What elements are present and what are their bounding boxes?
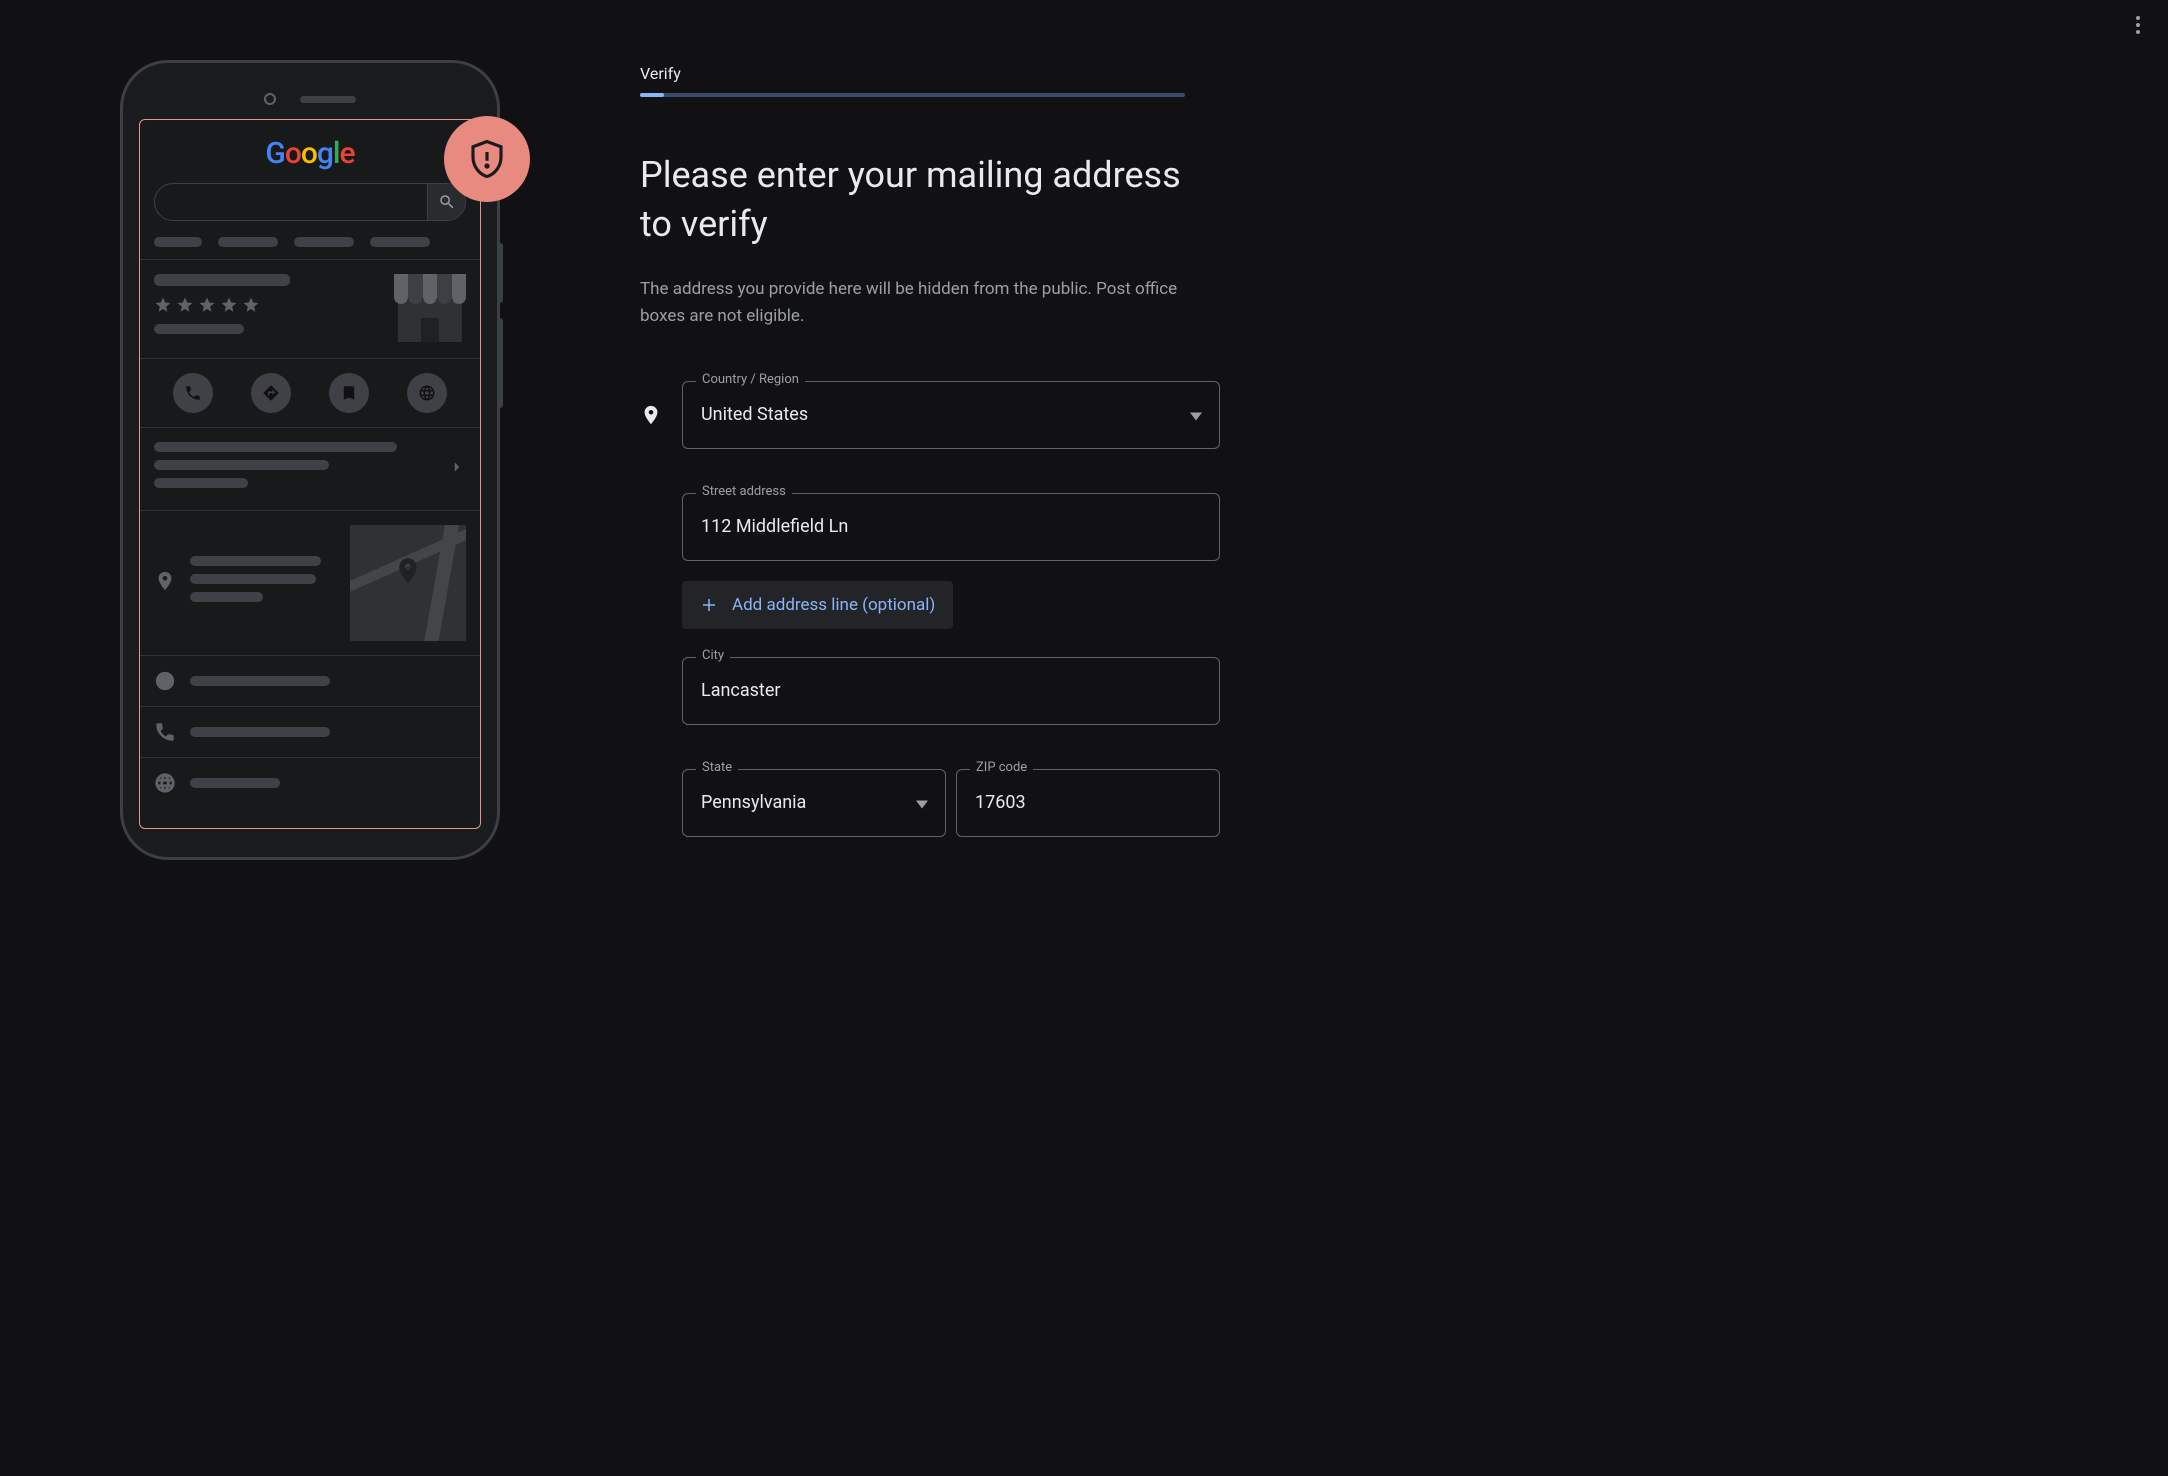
city-label: City (696, 648, 730, 663)
category-chips-row (140, 233, 480, 259)
phone-screen: Google (139, 119, 481, 829)
zip-input[interactable] (956, 769, 1220, 837)
globe-icon (154, 772, 176, 794)
plus-icon (700, 596, 718, 614)
phone-speaker (300, 96, 356, 103)
street-label: Street address (696, 484, 792, 499)
phone-icon (154, 721, 176, 743)
google-logo: Google (140, 120, 480, 183)
add-line-row: Add address line (optional) (640, 581, 1220, 629)
country-row: Country / Region United States (640, 381, 1220, 449)
placeholder-line (190, 676, 330, 686)
add-address-line-label: Add address line (optional) (732, 595, 935, 615)
map-pin-icon (393, 556, 423, 590)
placeholder-line (154, 460, 329, 470)
website-row (140, 758, 480, 808)
mini-map (350, 525, 466, 641)
overview-row (140, 428, 480, 510)
zip-label: ZIP code (970, 760, 1033, 775)
listing-text (154, 274, 380, 344)
state-value: Pennsylvania (701, 792, 806, 813)
state-field: State Pennsylvania (682, 769, 946, 837)
placeholder-line (190, 574, 316, 584)
more-menu-button[interactable] (2128, 8, 2148, 42)
page-title: Please enter your mailing address to ver… (640, 151, 1220, 248)
step-label: Verify (640, 64, 1220, 83)
actions-row (140, 359, 480, 427)
chip-placeholder (294, 237, 354, 247)
zip-field: ZIP code (956, 769, 1220, 837)
placeholder-line (154, 478, 248, 488)
search-bar-row (140, 183, 480, 233)
chip-placeholder (370, 237, 430, 247)
country-label: Country / Region (696, 372, 805, 387)
hours-row (140, 656, 480, 706)
state-zip-row: State Pennsylvania ZIP code (640, 769, 1220, 837)
address-row (140, 511, 480, 655)
city-input[interactable] (682, 657, 1220, 725)
country-value: United States (701, 404, 808, 425)
placeholder-line (154, 442, 397, 452)
shield-alert-icon (444, 116, 530, 202)
chip-placeholder (218, 237, 278, 247)
listing-header (140, 260, 480, 358)
clock-icon (154, 670, 176, 692)
country-field: Country / Region United States (682, 381, 1220, 449)
placeholder-line (154, 274, 290, 286)
add-address-line-button[interactable]: Add address line (optional) (682, 581, 953, 629)
state-select[interactable]: Pennsylvania (682, 769, 946, 837)
city-field: City (682, 657, 1220, 725)
search-bar (154, 183, 466, 221)
state-zip-cols: State Pennsylvania ZIP code (682, 769, 1220, 837)
phone-row (140, 707, 480, 757)
storefront-icon (394, 274, 466, 342)
city-row: City (640, 657, 1220, 725)
street-field: Street address (682, 493, 1220, 561)
save-icon (329, 373, 369, 413)
placeholder-line (154, 324, 244, 334)
phone-camera-dot (264, 93, 276, 105)
placeholder-line (190, 556, 321, 566)
country-select[interactable]: United States (682, 381, 1220, 449)
address-lines (190, 556, 336, 610)
progress-track (640, 93, 1185, 97)
phone-frame: Google (120, 60, 500, 860)
chip-placeholder (154, 237, 202, 247)
form-column: Verify Please enter your mailing address… (640, 60, 1220, 881)
progress-fill (640, 93, 664, 97)
placeholder-line (190, 592, 263, 602)
street-row: Street address (640, 493, 1220, 561)
phone-earpiece (139, 85, 481, 119)
pin-icon (154, 570, 176, 596)
call-icon (173, 373, 213, 413)
phone-volume-button (497, 318, 503, 408)
search-input-placeholder (155, 184, 427, 220)
directions-icon (251, 373, 291, 413)
phone-wrapper: Google (120, 60, 500, 860)
page-wrapper: Google (0, 0, 2168, 921)
state-label: State (696, 760, 738, 775)
page-subtitle: The address you provide here will be hid… (640, 276, 1220, 329)
star-rating (154, 296, 380, 314)
street-input[interactable] (682, 493, 1220, 561)
placeholder-line (190, 727, 330, 737)
phone-side-button (497, 243, 503, 303)
location-pin-icon (640, 404, 662, 426)
website-icon (407, 373, 447, 413)
illustration-column: Google (120, 60, 500, 881)
chevron-right-icon (448, 458, 466, 480)
placeholder-line (190, 778, 280, 788)
